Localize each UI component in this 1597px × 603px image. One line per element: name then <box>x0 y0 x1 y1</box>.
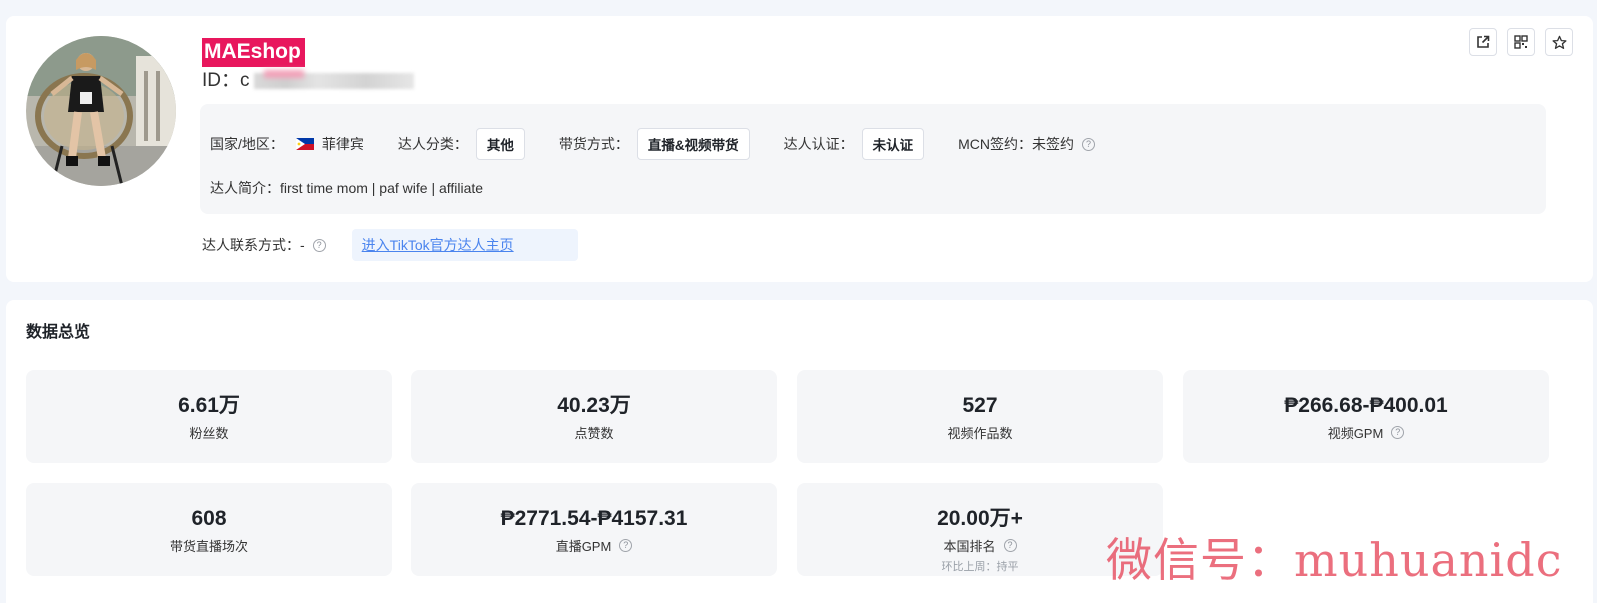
section-title: 数据总览 <box>26 324 91 341</box>
stat-label: 带货直播场次 <box>26 536 392 555</box>
star-icon <box>1551 35 1567 49</box>
help-icon[interactable]: ? <box>619 539 633 552</box>
category-label: 达人分类： <box>397 136 468 152</box>
stat-label-text: 粉丝数 <box>189 426 229 441</box>
creator-id: ID：c <box>202 69 414 93</box>
profile-card: MAEshop ID：c 国家/地区： 菲律宾 达人分类： 其他 带货方式： 直… <box>6 16 1593 282</box>
creator-attributes: 国家/地区： 菲律宾 达人分类： 其他 带货方式： 直播&视频带货 达人认证： <box>210 128 1129 160</box>
stat-label: 视频GPM? <box>1183 423 1549 442</box>
sales-method-tag: 直播&视频带货 <box>636 128 750 160</box>
stat-card-live-sessions: 608 带货直播场次 <box>26 483 392 576</box>
favorite-button[interactable] <box>1545 28 1573 56</box>
stat-card-followers: 6.61万 粉丝数 <box>26 370 392 463</box>
profile-actions <box>1469 28 1573 56</box>
stat-label-text: 视频GPM <box>1327 426 1384 441</box>
sales-method-label: 带货方式： <box>558 136 629 152</box>
stat-label-text: 视频作品数 <box>947 426 1013 441</box>
stat-card-videos: 527 视频作品数 <box>797 370 1163 463</box>
creator-id-redacted <box>253 73 414 89</box>
stat-label: 点赞数 <box>411 423 777 442</box>
contact-label: 达人联系方式：- <box>202 237 305 253</box>
avatar <box>26 36 176 186</box>
help-icon[interactable]: ? <box>1082 137 1096 151</box>
shop-name: MAEshop <box>202 38 305 67</box>
country-label: 国家/地区： <box>210 136 284 152</box>
stat-value: 6.61万 <box>178 394 240 417</box>
stat-label-text: 直播GPM <box>555 539 612 554</box>
qrcode-button[interactable] <box>1507 28 1535 56</box>
stat-value: 40.23万 <box>557 394 631 417</box>
help-icon[interactable]: ? <box>1003 539 1017 552</box>
help-icon[interactable]: ? <box>1391 426 1405 439</box>
stat-card-video-gpm: ₱266.68-₱400.01 视频GPM? <box>1183 370 1549 463</box>
category-tag: 其他 <box>475 128 525 160</box>
stat-value: 527 <box>962 394 998 417</box>
watermark: 微信号：muhuanidc <box>1106 533 1563 587</box>
stat-card-live-gpm: ₱2771.54-₱4157.31 直播GPM? <box>411 483 777 576</box>
help-icon[interactable]: ? <box>312 238 326 252</box>
stat-value: 608 <box>191 507 227 530</box>
sales-method-field: 带货方式： 直播&视频带货 <box>559 128 750 160</box>
country-field: 国家/地区： 菲律宾 <box>210 134 364 154</box>
stat-label: 直播GPM? <box>411 536 777 555</box>
country-value: 菲律宾 <box>321 136 364 152</box>
stat-label-text: 本国排名 <box>943 539 996 554</box>
verification-field: 达人认证： 未认证 <box>784 128 925 160</box>
stat-value: ₱2771.54-₱4157.31 <box>500 507 688 530</box>
creator-info-panel: 国家/地区： 菲律宾 达人分类： 其他 带货方式： 直播&视频带货 达人认证： <box>200 104 1546 214</box>
external-link-button[interactable] <box>1469 28 1497 56</box>
verification-label: 达人认证： <box>783 136 854 152</box>
tiktok-profile-link[interactable]: 进入TikTok官方达人主页 <box>351 229 578 261</box>
stat-label: 粉丝数 <box>26 423 392 442</box>
stat-card-likes: 40.23万 点赞数 <box>411 370 777 463</box>
external-link-icon <box>1477 35 1490 48</box>
stat-label: 视频作品数 <box>797 423 1163 442</box>
stat-label-text: 带货直播场次 <box>169 539 248 554</box>
mcn-field: MCN签约：未签约 ? <box>958 134 1096 154</box>
verification-tag: 未认证 <box>861 128 925 160</box>
creator-id-label: ID：c <box>202 70 250 91</box>
mcn-label: MCN签约：未签约 <box>958 136 1075 152</box>
philippines-flag-icon <box>295 138 314 150</box>
qrcode-icon <box>1514 35 1528 49</box>
creator-bio: 达人简介：first time mom | paf wife | affilia… <box>210 180 484 196</box>
stat-label-text: 点赞数 <box>574 426 614 441</box>
category-field: 达人分类： 其他 <box>398 128 525 160</box>
stat-value: ₱266.68-₱400.01 <box>1284 394 1448 417</box>
contact-row: 达人联系方式：- ? 进入TikTok官方达人主页 <box>202 229 578 261</box>
